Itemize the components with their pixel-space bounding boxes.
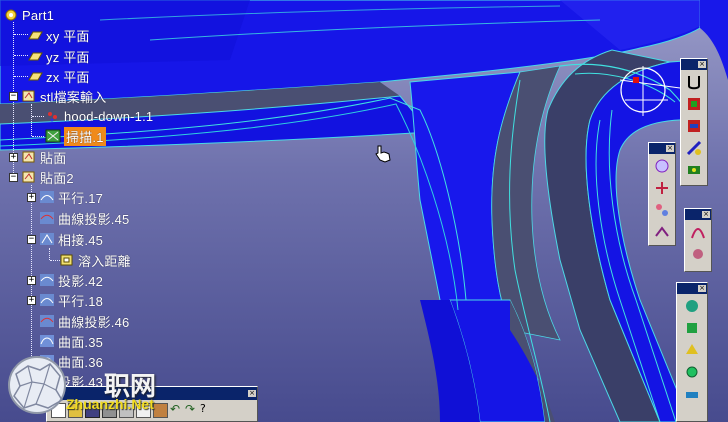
tool-4-icon[interactable] bbox=[682, 362, 702, 382]
tree-item-curve-projection-45[interactable]: 曲線投影.45 bbox=[39, 209, 129, 227]
tree-item-label: 溶入距離 bbox=[78, 253, 131, 269]
offset-icon[interactable] bbox=[684, 116, 704, 136]
tree-item-projection-42[interactable]: + 投影.42 bbox=[27, 271, 103, 289]
expand-icon[interactable]: + bbox=[27, 192, 36, 202]
tree-item-yz-plane[interactable]: yz 平面 bbox=[27, 47, 90, 65]
tool-3-icon[interactable] bbox=[682, 340, 702, 360]
tree-item-fill-2[interactable]: − 貼面2 bbox=[9, 168, 74, 186]
geometric-set-icon bbox=[22, 151, 35, 163]
trim-tool-icon[interactable] bbox=[652, 200, 672, 220]
plane-icon bbox=[28, 52, 43, 61]
gear-icon bbox=[5, 9, 17, 21]
hand-cursor-icon bbox=[375, 145, 391, 163]
undo-icon[interactable]: ↶ bbox=[170, 403, 183, 416]
revolve-icon[interactable] bbox=[684, 94, 704, 114]
toolbar-surfaces[interactable]: × bbox=[680, 58, 708, 186]
tree-item-label: 相接.45 bbox=[58, 232, 104, 248]
join-icon bbox=[40, 233, 54, 245]
paste-icon[interactable] bbox=[153, 403, 168, 418]
tool-2-icon[interactable] bbox=[682, 318, 702, 338]
projection-icon bbox=[40, 274, 54, 286]
tree-item-sweep[interactable]: 掃描.1 bbox=[45, 126, 106, 146]
geometric-set-icon bbox=[22, 171, 35, 183]
tree-item-merge-distance[interactable]: 溶入距離 bbox=[59, 251, 131, 269]
sweep-icon bbox=[45, 129, 61, 143]
tree-item-join-45[interactable]: − 相接.45 bbox=[27, 230, 103, 248]
tree-item-label: 投影.42 bbox=[58, 273, 104, 289]
curvature-icon[interactable] bbox=[688, 244, 708, 264]
expand-icon[interactable]: + bbox=[27, 275, 36, 285]
parallel-curve-icon bbox=[40, 294, 54, 306]
expand-icon[interactable]: + bbox=[27, 295, 36, 305]
3d-viewport[interactable]: Part1 xy 平面 yz 平面 zx 平面 − stl檔案輸入 hood-d… bbox=[0, 0, 728, 422]
close-icon[interactable]: × bbox=[702, 211, 710, 218]
expand-icon[interactable]: + bbox=[9, 152, 18, 162]
plane-icon bbox=[28, 31, 43, 40]
close-icon[interactable]: × bbox=[248, 390, 256, 397]
tree-item-label: 貼面 bbox=[40, 150, 67, 166]
join-tool-icon[interactable] bbox=[652, 156, 672, 176]
tree-root-label: Part1 bbox=[22, 7, 55, 23]
tool-5-icon[interactable] bbox=[682, 384, 702, 404]
tree-root[interactable]: Part1 bbox=[3, 6, 54, 24]
tree-item-stl-import[interactable]: − stl檔案輸入 bbox=[9, 87, 106, 105]
toolbar-tools[interactable]: × bbox=[676, 282, 708, 422]
toolbar-analysis[interactable]: × bbox=[684, 208, 712, 272]
fill-tool-icon[interactable] bbox=[684, 160, 704, 180]
collapse-icon[interactable]: − bbox=[9, 172, 18, 182]
tree-item-zx-plane[interactable]: zx 平面 bbox=[27, 67, 90, 85]
collapse-icon[interactable]: − bbox=[27, 234, 36, 244]
tree-item-label: stl檔案輸入 bbox=[40, 89, 107, 105]
tree-item-label: hood-down-1.1 bbox=[64, 108, 154, 124]
tree-item-hood-down[interactable]: hood-down-1.1 bbox=[45, 107, 153, 125]
tree-item-label: 曲線投影.45 bbox=[58, 211, 130, 227]
tree-item-parallel-17[interactable]: + 平行.17 bbox=[27, 188, 103, 206]
tree-item-label: 貼面2 bbox=[40, 170, 74, 186]
close-icon[interactable]: × bbox=[698, 285, 706, 292]
tree-item-label: 曲線投影.46 bbox=[58, 314, 130, 330]
analysis-icon[interactable] bbox=[688, 222, 708, 242]
close-icon[interactable]: × bbox=[698, 61, 706, 68]
tree-item-label: zx 平面 bbox=[46, 69, 90, 85]
watermark-globe-icon bbox=[8, 356, 66, 414]
transform-tool-icon[interactable] bbox=[652, 222, 672, 242]
tree-item-label: yz 平面 bbox=[46, 49, 90, 65]
redo-icon[interactable]: ↷ bbox=[185, 403, 198, 416]
tree-item-xy-plane[interactable]: xy 平面 bbox=[27, 26, 90, 44]
watermark-url: Zhuanzhi.Net bbox=[66, 396, 154, 412]
projection-icon bbox=[40, 212, 54, 224]
tree-item-parallel-18[interactable]: + 平行.18 bbox=[27, 291, 103, 309]
plane-icon bbox=[28, 72, 43, 81]
parallel-curve-icon bbox=[40, 191, 54, 203]
split-tool-icon[interactable] bbox=[652, 178, 672, 198]
cloud-points-icon bbox=[48, 112, 57, 122]
sweep-tool-icon[interactable] bbox=[684, 138, 704, 158]
tree-item-surface-35[interactable]: 曲面.35 bbox=[39, 332, 103, 350]
tree-item-fill[interactable]: + 貼面 bbox=[9, 148, 66, 166]
close-icon[interactable]: × bbox=[666, 145, 674, 152]
tool-1-icon[interactable] bbox=[682, 296, 702, 316]
parameter-icon bbox=[60, 254, 73, 266]
tree-item-label-selected: 掃描.1 bbox=[64, 126, 106, 146]
tree-item-curve-projection-46[interactable]: 曲線投影.46 bbox=[39, 312, 129, 330]
surface-icon bbox=[40, 335, 54, 347]
tree-item-label: 平行.18 bbox=[58, 293, 104, 309]
projection-icon bbox=[40, 315, 54, 327]
collapse-icon[interactable]: − bbox=[9, 91, 18, 101]
help-icon[interactable]: ? bbox=[200, 403, 213, 416]
tree-item-label: xy 平面 bbox=[46, 28, 90, 44]
tree-item-label: 平行.17 bbox=[58, 190, 104, 206]
geometric-set-icon bbox=[22, 90, 35, 102]
extrude-surface-icon[interactable] bbox=[684, 72, 704, 92]
toolbar-operations[interactable]: × bbox=[648, 142, 676, 246]
tree-item-label: 曲面.35 bbox=[58, 334, 104, 350]
